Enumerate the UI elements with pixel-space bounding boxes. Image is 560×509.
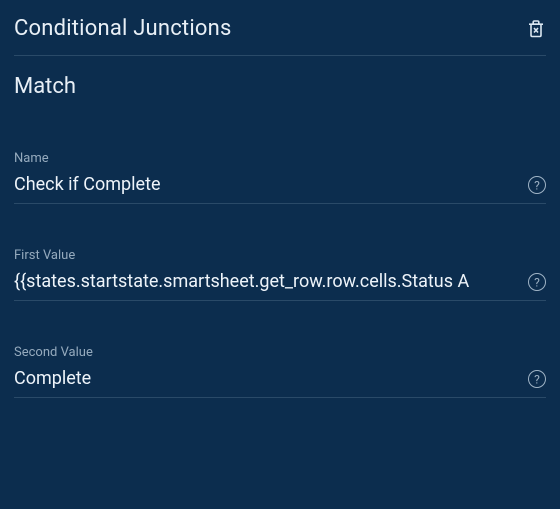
field-first-value-label: First Value xyxy=(14,248,546,263)
field-second-value-row: ? xyxy=(14,366,546,398)
field-second-value: Second Value ? xyxy=(14,345,546,398)
field-name-row: ? xyxy=(14,172,546,204)
help-icon: ? xyxy=(534,276,540,288)
field-first-value: First Value ? xyxy=(14,248,546,301)
panel-header: Conditional Junctions xyxy=(14,10,546,56)
panel-title: Conditional Junctions xyxy=(14,16,232,41)
field-second-value-label: Second Value xyxy=(14,345,546,360)
first-value-help-button[interactable]: ? xyxy=(528,273,546,291)
section-title: Match xyxy=(14,56,546,107)
first-value-input[interactable] xyxy=(14,269,522,294)
trash-icon xyxy=(528,20,544,38)
second-value-input[interactable] xyxy=(14,366,522,391)
name-help-button[interactable]: ? xyxy=(528,176,546,194)
field-first-value-row: ? xyxy=(14,269,546,301)
field-name: Name ? xyxy=(14,151,546,204)
name-input[interactable] xyxy=(14,172,522,197)
field-name-label: Name xyxy=(14,151,546,166)
help-icon: ? xyxy=(534,373,540,385)
help-icon: ? xyxy=(534,179,540,191)
delete-button[interactable] xyxy=(526,18,546,40)
second-value-help-button[interactable]: ? xyxy=(528,370,546,388)
conditional-junctions-panel: Conditional Junctions Match Name ? First… xyxy=(0,0,560,509)
